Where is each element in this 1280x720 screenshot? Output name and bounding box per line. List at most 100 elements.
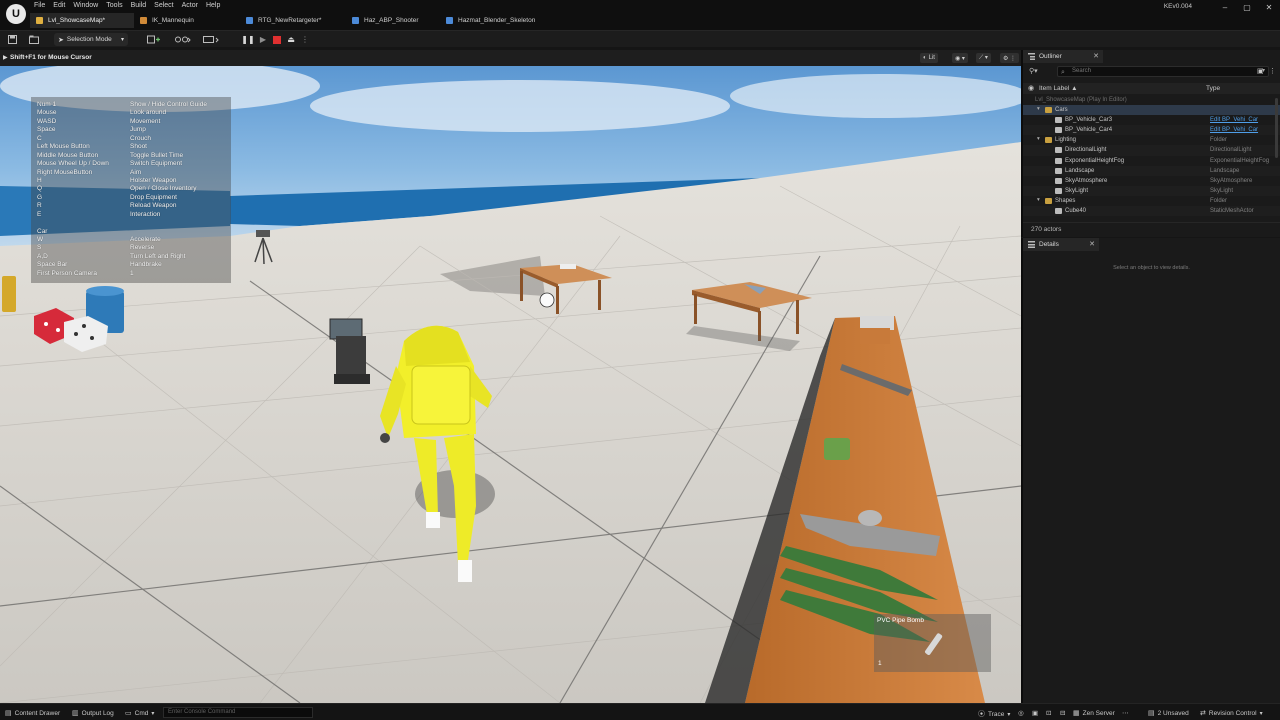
derived-data-icon[interactable]: ⋯ [1122, 709, 1129, 717]
expand-arrow-icon[interactable]: ▾ [1037, 106, 1040, 112]
outliner-row[interactable]: Lvl_ShowcaseMap (Play In Editor) [1023, 95, 1280, 105]
outliner-tab[interactable]: Outliner ✕ [1023, 50, 1103, 63]
column-item-label[interactable]: Item Label ▲ [1039, 85, 1078, 92]
content-drawer-button[interactable]: ▤ Content Drawer [5, 709, 60, 718]
level-viewport[interactable]: Num 1 Show / Hide Control Guide Mouse Look … [0, 66, 1021, 703]
record-icon[interactable]: ◎ [1018, 709, 1024, 717]
outliner-column-header: ◉ Item Label ▲ Type [1023, 83, 1280, 94]
close-icon[interactable]: ✕ [1089, 240, 1095, 248]
zen-server-button[interactable]: ▦ Zen Server [1073, 709, 1115, 718]
details-tab[interactable]: Details ✕ [1023, 238, 1099, 251]
show-flags-button[interactable]: ◉ ▾ [952, 53, 968, 63]
output-log-button[interactable]: ▥ Output Log [72, 709, 114, 718]
actor-icon [1055, 157, 1062, 164]
column-type[interactable]: Type [1206, 85, 1220, 92]
selection-mode-dropdown[interactable]: ➤ Selection Mode ▾ [54, 33, 128, 46]
settings-icon[interactable]: ⊟ [1060, 709, 1065, 717]
stop-icon[interactable] [272, 34, 282, 45]
edit-blueprint-link[interactable]: Edit BP_Vehi_Car [1210, 117, 1258, 123]
menu-select[interactable]: Select [150, 0, 177, 12]
outliner-row[interactable]: BP_Vehicle_Car3 Edit BP_Vehi_Car [1023, 115, 1280, 125]
actor-count: 270 actors [1023, 222, 1280, 235]
close-icon[interactable]: ✕ [1093, 52, 1099, 60]
tab-lvl-showcasemap[interactable]: Lvl_ShowcaseMap* [30, 13, 134, 28]
yellow-barrel [2, 276, 16, 312]
add-folder-icon[interactable]: ▣ [1257, 67, 1264, 75]
outliner-row[interactable]: ▾ Cars [1023, 105, 1280, 116]
expand-arrow-icon[interactable]: ▾ [1037, 136, 1040, 142]
outliner-row[interactable]: ▾ Shapes Folder [1023, 196, 1280, 206]
edit-blueprint-link[interactable]: Edit BP_Vehi_Car [1210, 127, 1258, 133]
outliner-row[interactable]: SkyAtmosphere SkyAtmosphere [1023, 176, 1280, 186]
maximize-icon[interactable]: ▢ [1236, 0, 1258, 14]
blueprints-icon[interactable] [174, 34, 192, 45]
tab-rtg-newretargeter[interactable]: RTG_NewRetargeter* [240, 13, 346, 28]
outliner-row-label: ExponentialHeightFog [1065, 157, 1125, 164]
cinematics-icon[interactable] [202, 34, 220, 45]
outliner-tree: Lvl_ShowcaseMap (Play In Editor) ▾ Cars BP_… [1023, 95, 1280, 217]
menu-file[interactable]: File [30, 0, 49, 12]
trace-button[interactable]: ⦿ Trace ▾ [978, 709, 1010, 719]
control-action: Shoot [130, 143, 147, 151]
chevron-down-icon: ▾ [151, 710, 155, 717]
trace-icon: ⦿ [978, 711, 985, 718]
crate [860, 328, 890, 344]
outliner-row[interactable]: BP_Vehicle_Car4 Edit BP_Vehi_Car [1023, 125, 1280, 136]
outliner-row[interactable]: ▾ Lighting Folder [1023, 135, 1280, 145]
visibility-eye-icon[interactable]: ◉ [1028, 84, 1034, 92]
close-icon[interactable]: ✕ [1258, 0, 1280, 14]
control-action [130, 219, 225, 227]
menu-actor[interactable]: Actor [178, 0, 202, 12]
cmd-dropdown[interactable]: ▭ Cmd ▾ [125, 709, 155, 718]
pause-icon[interactable]: ❚❚ [241, 34, 254, 45]
unsaved-button[interactable]: ▤ 2 Unsaved [1148, 709, 1189, 718]
outliner-panel: Outliner ✕ ⚲▾ ⌕ Search ▾ ▣ ⋮ ◉ Item Labe… [1021, 50, 1280, 237]
control-action: Reload Weapon [130, 202, 177, 210]
outliner-row-label: Shapes [1055, 197, 1076, 204]
outliner-row[interactable]: DirectionalLight DirectionalLight [1023, 145, 1280, 156]
control-guide-row: Middle Mouse Button Toggle Bullet Time [37, 152, 225, 160]
play-options-icon[interactable]: ⋮ [300, 34, 310, 45]
filter-icon[interactable]: ⚲▾ [1029, 67, 1038, 75]
outliner-row-type: SkyAtmosphere [1210, 177, 1253, 184]
folder-icon [1045, 137, 1052, 144]
outliner-scrollbar[interactable] [1275, 98, 1278, 158]
eject-icon[interactable]: ⏏ [286, 34, 296, 45]
status-bar: ▤ Content Drawer ▥ Output Log ▭ Cmd ▾ En… [0, 703, 1280, 720]
outliner-row-type: StaticMeshActor [1210, 208, 1254, 215]
viewport-settings-button[interactable]: ⚙ ⋮ [1000, 53, 1020, 63]
step-icon[interactable]: ▶ [258, 34, 268, 45]
actor-icon [1055, 117, 1062, 124]
outliner-row-label: SkyAtmosphere [1065, 177, 1108, 184]
control-key: S [37, 244, 42, 252]
minimize-icon[interactable]: – [1214, 0, 1236, 14]
outliner-row[interactable]: SkyLight SkyLight [1023, 185, 1280, 196]
menu-build[interactable]: Build [127, 0, 151, 12]
actor-icon [1055, 187, 1062, 194]
content-browser-icon[interactable] [28, 34, 40, 45]
outliner-row[interactable]: ExponentialHeightFog ExponentialHeightFog [1023, 156, 1280, 166]
tab-haz-abp-shooter[interactable]: Haz_ABP_Shooter [346, 13, 440, 28]
view-mode-button[interactable]: ◐ Lit [920, 53, 938, 63]
outliner-row[interactable]: Landscape Landscape [1023, 165, 1280, 176]
console-command-input[interactable]: Enter Console Command [163, 707, 313, 718]
outliner-row[interactable]: Cube40 StaticMeshActor [1023, 206, 1280, 217]
screenshot-icon[interactable]: ▣ [1032, 709, 1038, 717]
outliner-search-input[interactable]: ⌕ Search ▾ [1057, 66, 1269, 77]
tab-hazmat-blender-skeleton[interactable]: Hazmat_Blender_Skeleton [440, 13, 570, 28]
menu-help[interactable]: Help [202, 0, 224, 12]
control-guide-row: First Person Camera 1 [37, 270, 225, 278]
menu-tools[interactable]: Tools [102, 0, 126, 12]
revision-control-button[interactable]: ⇄ Revision Control ▾ [1200, 709, 1263, 718]
menu-edit[interactable]: Edit [49, 0, 69, 12]
realtime-toggle-button[interactable]: ⟋ ▾ [976, 53, 991, 63]
expand-arrow-icon[interactable]: ▾ [1037, 197, 1040, 203]
bookmark-icon[interactable]: ⊡ [1046, 709, 1051, 717]
control-guide-row: Right MouseButton Aim [37, 169, 225, 177]
tab-ik-mannequin[interactable]: IK_Mannequin [134, 13, 240, 28]
add-actor-icon[interactable] [146, 34, 162, 45]
settings-icon[interactable]: ⋮ [1269, 67, 1276, 75]
menu-window[interactable]: Window [69, 0, 102, 12]
save-icon[interactable] [6, 34, 18, 45]
unreal-logo-icon[interactable]: U [6, 4, 26, 24]
